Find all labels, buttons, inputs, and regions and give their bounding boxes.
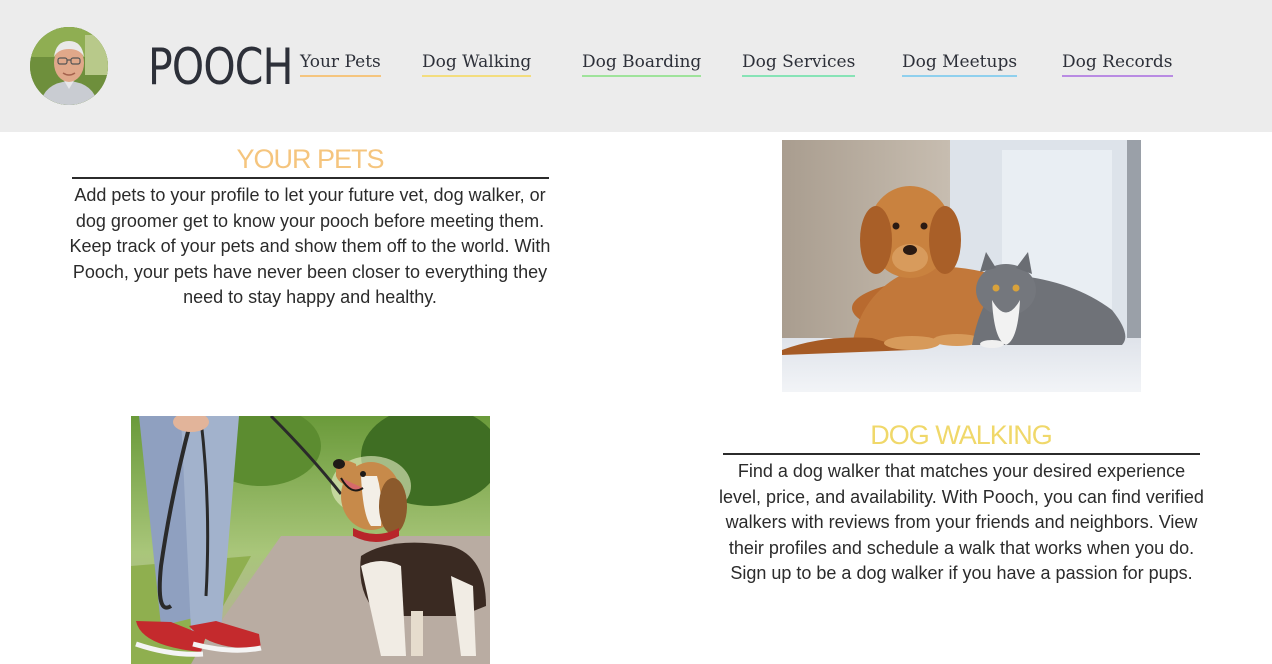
user-avatar[interactable] bbox=[30, 27, 108, 105]
dog-walking-heading: DOG WALKING bbox=[870, 420, 1053, 450]
nav-link-dog-meetups[interactable]: Dog Meetups bbox=[902, 52, 1018, 77]
your-pets-divider bbox=[72, 177, 549, 179]
nav-link-your-pets[interactable]: Your Pets bbox=[300, 52, 381, 77]
dog-and-cat-photo bbox=[782, 140, 1141, 392]
nav-link-dog-walking[interactable]: Dog Walking bbox=[422, 52, 532, 77]
nav-link-dog-services[interactable]: Dog Services bbox=[742, 52, 856, 77]
nav-link-dog-records[interactable]: Dog Records bbox=[1062, 52, 1173, 77]
site-header: POOCH Your Pets Dog Walking Dog Boarding… bbox=[0, 0, 1272, 132]
your-pets-description: Add pets to your profile to let your fut… bbox=[69, 185, 551, 308]
dog-walking-description: Find a dog walker that matches your desi… bbox=[719, 461, 1204, 584]
your-pets-heading: YOUR PETS bbox=[236, 144, 384, 174]
dog-walking-photo bbox=[131, 416, 490, 664]
nav-link-dog-boarding[interactable]: Dog Boarding bbox=[582, 52, 702, 77]
site-logo[interactable]: POOCH bbox=[148, 36, 293, 98]
dog-walking-divider bbox=[723, 453, 1200, 455]
